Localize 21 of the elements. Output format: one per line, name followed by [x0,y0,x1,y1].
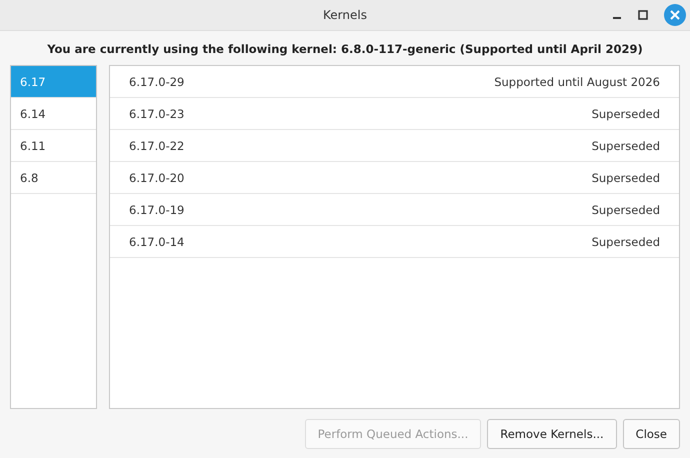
kernel-version: 6.17.0-19 [129,202,184,216]
action-button[interactable]: Close [622,419,680,449]
kernel-version: 6.17.0-14 [129,234,184,248]
current-kernel-text: You are currently using the following kernel: 6.8.0-117-generic (Supported until April 2029) [46,41,644,58]
maximize-icon[interactable] [638,10,648,20]
kernel-status: Superseded [592,234,660,248]
kernel-status: Superseded [592,106,660,120]
kernel-version: 6.17.0-22 [129,138,184,152]
kernel-status: Superseded [592,138,660,152]
kernel-status: Superseded [592,170,660,184]
series-item[interactable]: 6.14 [11,98,96,130]
window-title: Kernels [323,8,367,22]
series-item[interactable]: 6.8 [11,162,96,194]
action-button[interactable]: Remove Kernels... [487,419,617,449]
close-icon[interactable] [664,4,686,26]
kernel-status: Supported until August 2026 [494,74,660,88]
kernel-version: 6.17.0-20 [129,170,184,184]
series-item[interactable]: 6.11 [11,130,96,162]
kernel-status: Superseded [592,202,660,216]
kernel-version: 6.17.0-23 [129,106,184,120]
kernel-version: 6.17.0-29 [129,74,184,88]
